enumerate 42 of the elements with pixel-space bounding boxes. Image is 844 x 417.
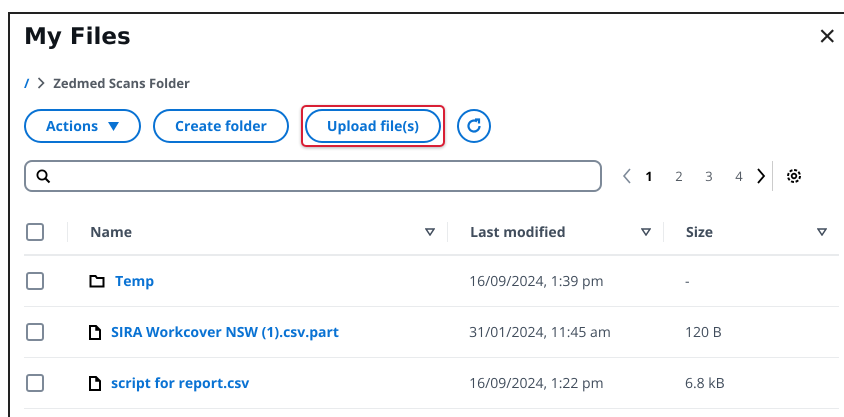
column-header[interactable]: Last modified	[470, 222, 566, 242]
previous-page-icon[interactable]	[622, 168, 632, 184]
close-button[interactable]: ×	[818, 22, 836, 52]
page-button[interactable]: 3	[696, 167, 722, 185]
create-folder-button[interactable]: Create folder	[153, 109, 289, 143]
breadcrumb-link[interactable]: /	[24, 74, 30, 92]
settings-icon[interactable]	[785, 167, 803, 185]
page-button[interactable]: 2	[666, 167, 692, 185]
row-checkbox[interactable]	[26, 272, 44, 290]
select-all-checkbox[interactable]	[26, 223, 44, 241]
table-cell: -	[684, 272, 690, 290]
table-cell: 6.8 kB	[684, 374, 725, 392]
refresh-button[interactable]	[456, 109, 491, 143]
row-checkbox[interactable]	[26, 374, 44, 392]
folder-link[interactable]: Temp	[115, 272, 154, 290]
column-header[interactable]: Name	[90, 222, 132, 242]
next-page-icon[interactable]	[756, 168, 766, 184]
actions-dropdown[interactable]: Actions	[24, 109, 142, 143]
sort-icon[interactable]	[425, 228, 436, 236]
refresh-icon	[464, 117, 483, 135]
file-icon	[89, 324, 102, 340]
chevron-icon	[37, 77, 46, 89]
sort-icon[interactable]	[817, 228, 827, 236]
window-title: My Files	[24, 24, 131, 50]
table-cell: 31/01/2024, 11:45 am	[469, 322, 611, 342]
file-icon	[89, 376, 102, 390]
table-cell: 120 B	[684, 322, 722, 342]
row-checkbox[interactable]	[26, 323, 44, 341]
search-icon	[36, 168, 51, 184]
page-button[interactable]: 4	[726, 167, 752, 185]
page-button[interactable]: 1	[636, 167, 662, 185]
caret-icon	[108, 122, 120, 130]
file-link[interactable]: SIRA Workcover NSW (1).csv.part	[111, 322, 339, 342]
table-cell: 16/09/2024, 1:39 pm	[469, 272, 604, 290]
folder-icon	[89, 274, 106, 288]
upload-button[interactable]: Upload file(s)	[304, 109, 441, 143]
table-cell: 16/09/2024, 1:22 pm	[469, 374, 604, 392]
breadcrumb-current: Zedmed Scans Folder	[53, 74, 190, 92]
column-header[interactable]: Size	[686, 222, 714, 242]
search-field[interactable]	[24, 160, 602, 192]
sort-icon[interactable]	[640, 228, 651, 236]
file-link[interactable]: script for report.csv	[111, 374, 250, 392]
